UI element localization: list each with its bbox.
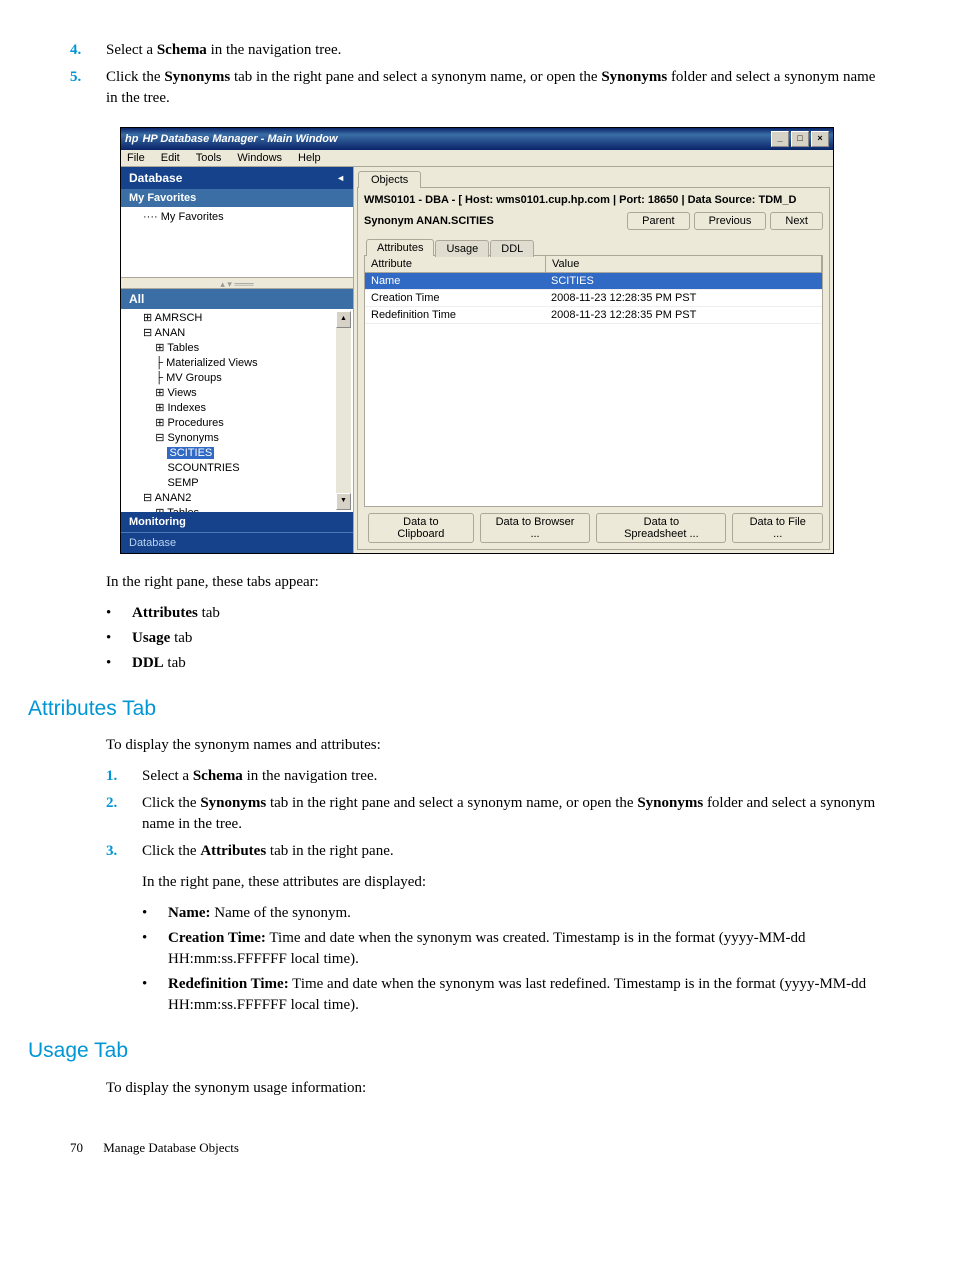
scrollbar-vertical[interactable]: ▲ ▼ bbox=[336, 311, 351, 510]
collapse-icon[interactable]: ◄ bbox=[336, 173, 345, 183]
scroll-up-icon[interactable]: ▲ bbox=[336, 311, 351, 328]
step-3: 3. Click the Attributes tab in the right… bbox=[106, 841, 884, 862]
database-panel-header[interactable]: Database ◄ bbox=[121, 167, 353, 189]
monitoring-panel-header[interactable]: Monitoring bbox=[121, 512, 353, 533]
splitter[interactable]: ▴ ▾ ═══ bbox=[121, 278, 353, 289]
step-num: 3. bbox=[106, 841, 142, 862]
step-num: 5. bbox=[70, 67, 106, 109]
window-title: HP Database Manager - Main Window bbox=[142, 133, 771, 145]
table-row[interactable]: NameSCITIES bbox=[365, 273, 822, 290]
tab-objects[interactable]: Objects bbox=[358, 171, 421, 188]
tree-node[interactable]: ⊞ Procedures bbox=[143, 416, 336, 431]
tree-node[interactable]: ⊞ Views bbox=[143, 386, 336, 401]
tree-node[interactable]: SCITIES bbox=[143, 446, 336, 461]
menu-help[interactable]: Help bbox=[298, 152, 321, 164]
app-icon: hp bbox=[125, 133, 138, 145]
previous-button[interactable]: Previous bbox=[694, 212, 767, 230]
tree-node[interactable]: ⊞ AMRSCH bbox=[143, 311, 336, 326]
tree-node[interactable]: ⊟ ANAN bbox=[143, 326, 336, 341]
tree-node[interactable]: ⊟ Synonyms bbox=[143, 431, 336, 446]
step-text: Select a Schema in the navigation tree. bbox=[106, 40, 884, 61]
list-item: • Attributes tab bbox=[106, 603, 884, 624]
next-button[interactable]: Next bbox=[770, 212, 823, 230]
chapter-name: Manage Database Objects bbox=[103, 1140, 239, 1155]
tab-ddl[interactable]: DDL bbox=[490, 240, 534, 257]
heading-attributes-tab: Attributes Tab bbox=[28, 694, 884, 723]
menu-file[interactable]: File bbox=[127, 152, 145, 164]
right-pane: Objects WMS0101 - DBA - [ Host: wms0101.… bbox=[354, 167, 833, 553]
menu-tools[interactable]: Tools bbox=[196, 152, 222, 164]
step-text: Click the Synonyms tab in the right pane… bbox=[106, 67, 884, 109]
value-cell: 2008-11-23 12:28:35 PM PST bbox=[545, 307, 822, 323]
menu-windows[interactable]: Windows bbox=[237, 152, 282, 164]
data-to-browser-button[interactable]: Data to Browser ... bbox=[480, 513, 591, 543]
tree-node[interactable]: ⊟ ANAN2 bbox=[143, 491, 336, 506]
column-header-value[interactable]: Value bbox=[546, 256, 822, 272]
step-num: 1. bbox=[106, 766, 142, 787]
tree-node[interactable]: ⊞ Tables bbox=[143, 341, 336, 356]
database-collapsed[interactable]: Database bbox=[121, 533, 353, 553]
tree-node[interactable]: SCOUNTRIES bbox=[143, 461, 336, 476]
step-num: 2. bbox=[106, 793, 142, 835]
step-2: 2. Click the Synonyms tab in the right p… bbox=[106, 793, 884, 835]
page-footer: 70 Manage Database Objects bbox=[70, 1139, 884, 1157]
tree-node[interactable]: ⊞ Indexes bbox=[143, 401, 336, 416]
tab-usage[interactable]: Usage bbox=[435, 240, 489, 257]
navigation-tree: ⊞ AMRSCH⊟ ANAN ⊞ Tables ├ Materialized V… bbox=[121, 309, 353, 512]
tree-node[interactable]: SEMP bbox=[143, 476, 336, 491]
left-pane: Database ◄ My Favorites ···· My Favorite… bbox=[121, 167, 354, 553]
minimize-icon[interactable]: _ bbox=[771, 131, 789, 147]
all-header[interactable]: All bbox=[121, 289, 353, 309]
list-item: • Name: Name of the synonym. bbox=[142, 903, 884, 924]
attr-intro: To display the synonym names and attribu… bbox=[106, 735, 884, 756]
step-1: 1. Select a Schema in the navigation tre… bbox=[106, 766, 884, 787]
maximize-icon[interactable]: □ bbox=[791, 131, 809, 147]
my-favorites-header[interactable]: My Favorites bbox=[121, 189, 353, 207]
heading-usage-tab: Usage Tab bbox=[28, 1036, 884, 1065]
list-item: • Usage tab bbox=[106, 628, 884, 649]
data-to-file-button[interactable]: Data to File ... bbox=[732, 513, 823, 543]
list-item: • DDL tab bbox=[106, 653, 884, 674]
tab-attributes[interactable]: Attributes bbox=[366, 239, 434, 256]
close-icon[interactable]: × bbox=[811, 131, 829, 147]
synonym-label: Synonym ANAN.SCITIES bbox=[364, 215, 623, 227]
value-cell: SCITIES bbox=[545, 273, 822, 289]
menubar: File Edit Tools Windows Help bbox=[121, 150, 833, 167]
list-item: • Redefinition Time: Time and date when … bbox=[142, 974, 884, 1016]
window-titlebar: hp HP Database Manager - Main Window _ □… bbox=[121, 128, 833, 150]
table-row[interactable]: Redefinition Time2008-11-23 12:28:35 PM … bbox=[365, 307, 822, 324]
table-row[interactable]: Creation Time2008-11-23 12:28:35 PM PST bbox=[365, 290, 822, 307]
favorites-item[interactable]: ···· My Favorites bbox=[125, 211, 349, 223]
attributes-grid: Attribute Value NameSCITIESCreation Time… bbox=[364, 255, 823, 507]
attribute-cell: Redefinition Time bbox=[365, 307, 545, 323]
after-screenshot-text: In the right pane, these tabs appear: bbox=[106, 572, 884, 593]
breadcrumb: WMS0101 - DBA - [ Host: wms0101.cup.hp.c… bbox=[364, 194, 823, 206]
screenshot-frame: hp HP Database Manager - Main Window _ □… bbox=[120, 127, 834, 554]
column-header-attribute[interactable]: Attribute bbox=[365, 256, 546, 272]
tree-node[interactable]: ├ Materialized Views bbox=[143, 356, 336, 371]
favorites-body: ···· My Favorites bbox=[121, 207, 353, 278]
menu-edit[interactable]: Edit bbox=[161, 152, 180, 164]
value-cell: 2008-11-23 12:28:35 PM PST bbox=[545, 290, 822, 306]
tree-node[interactable]: ⊞ Tables bbox=[143, 506, 336, 512]
scroll-down-icon[interactable]: ▼ bbox=[336, 493, 351, 510]
attr-after-text: In the right pane, these attributes are … bbox=[142, 872, 884, 893]
list-item: • Creation Time: Time and date when the … bbox=[142, 928, 884, 970]
attribute-cell: Creation Time bbox=[365, 290, 545, 306]
usage-intro: To display the synonym usage information… bbox=[106, 1078, 884, 1099]
step-5: 5. Click the Synonyms tab in the right p… bbox=[70, 67, 884, 109]
data-to-spreadsheet-button[interactable]: Data to Spreadsheet ... bbox=[596, 513, 726, 543]
page-number: 70 bbox=[70, 1139, 100, 1157]
data-to-clipboard-button[interactable]: Data to Clipboard bbox=[368, 513, 474, 543]
tree-node[interactable]: ├ MV Groups bbox=[143, 371, 336, 386]
window-controls: _ □ × bbox=[771, 131, 829, 147]
step-num: 4. bbox=[70, 40, 106, 61]
parent-button[interactable]: Parent bbox=[627, 212, 689, 230]
attribute-cell: Name bbox=[365, 273, 545, 289]
step-4: 4. Select a Schema in the navigation tre… bbox=[70, 40, 884, 61]
